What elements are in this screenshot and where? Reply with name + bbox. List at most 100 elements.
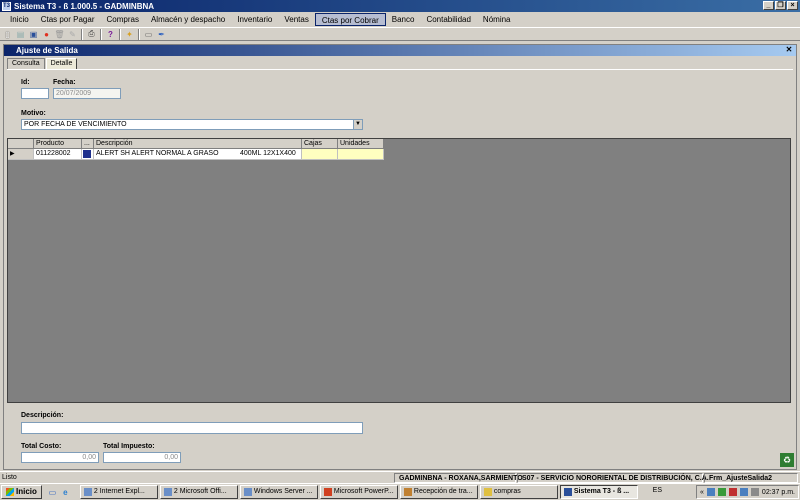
- folder-icon: [483, 488, 492, 496]
- network-icon[interactable]: [739, 488, 748, 496]
- tray-icon[interactable]: [717, 488, 726, 496]
- office-icon: [163, 488, 172, 496]
- app-title-bar: T3 Sistema T3 - ß 1.000.5 - GADMINBNA _ …: [0, 0, 800, 12]
- id-field[interactable]: [21, 88, 49, 99]
- descripcion-field[interactable]: [21, 422, 363, 434]
- child-title: Ajuste de Salida: [16, 46, 78, 55]
- start-button[interactable]: Inicio: [1, 485, 42, 499]
- total-impuesto-label: Total Impuesto:: [103, 443, 155, 450]
- language-indicator[interactable]: ES: [653, 487, 662, 494]
- detail-grid: Producto ... Descripción Cajas Unidades …: [7, 138, 791, 403]
- window-title: Sistema T3 - ß 1.000.5 - GADMINBNA: [14, 1, 155, 11]
- app-icon: [563, 488, 572, 496]
- table-row[interactable]: ▶ 011228002 ALERT SH ALERT NORMAL A GRAS…: [8, 149, 384, 160]
- taskbar: Inicio ▭ e 2 Internet Expl... 2 Microsof…: [0, 483, 800, 500]
- internet-explorer-icon[interactable]: e: [59, 486, 72, 499]
- task-sistema-t3[interactable]: Sistema T3 - ß ...: [559, 485, 638, 499]
- calculator-icon[interactable]: ▭: [143, 29, 154, 40]
- task-windows-server[interactable]: Windows Server ...: [239, 485, 318, 499]
- task-label: 2 Microsoft Offi...: [173, 488, 227, 495]
- task-recepcion[interactable]: Recepción de tra...: [399, 485, 478, 499]
- task-label: compras: [493, 488, 521, 495]
- total-costo-field: 0,00: [21, 452, 99, 463]
- cell-cajas[interactable]: [302, 149, 338, 160]
- save-icon[interactable]: ▣: [28, 29, 39, 40]
- task-powerpoint[interactable]: Microsoft PowerP...: [319, 485, 398, 499]
- task-label: Recepción de tra...: [413, 488, 473, 495]
- toolbar: ▯ ▤ ▣ ● 🗑 ✎ ⎙ ? ✦ ▭ ✒: [0, 27, 800, 41]
- toolbar-separator: [81, 28, 83, 40]
- status-text: Listo: [2, 474, 17, 481]
- descripcion-label: Descripción:: [21, 412, 64, 419]
- clock[interactable]: 02:37 p.m.: [762, 489, 795, 496]
- new-document-icon[interactable]: ▯: [2, 29, 13, 40]
- show-desktop-icon[interactable]: ▭: [46, 486, 59, 499]
- restore-button[interactable]: ❐: [775, 1, 786, 10]
- descripcion-text: ALERT SH ALERT NORMAL A GRASO: [96, 150, 219, 157]
- total-impuesto-field: 0,00: [103, 452, 181, 463]
- menu-ventas[interactable]: Ventas: [278, 13, 314, 26]
- tray-icon[interactable]: [728, 488, 737, 496]
- help-icon[interactable]: ?: [105, 29, 116, 40]
- menu-ctas-por-cobrar[interactable]: Ctas por Cobrar: [314, 13, 386, 26]
- menu-inicio[interactable]: Inicio: [4, 13, 35, 26]
- pen-icon[interactable]: ✒: [156, 29, 167, 40]
- print-icon[interactable]: ⎙: [86, 29, 97, 40]
- cell-color[interactable]: [82, 149, 94, 160]
- motivo-select[interactable]: POR FECHA DE VENCIMIENTO ▼: [21, 119, 363, 130]
- task-internet-explorer[interactable]: 2 Internet Expl...: [79, 485, 158, 499]
- presentacion-text: 400ML 12X1X400: [240, 150, 296, 157]
- menu-compras[interactable]: Compras: [101, 13, 145, 26]
- minimize-button[interactable]: _: [763, 1, 774, 10]
- tab-consulta[interactable]: Consulta: [7, 58, 45, 69]
- delete-icon[interactable]: 🗑: [54, 29, 65, 40]
- ie-icon: [83, 488, 92, 496]
- col-ellipsis[interactable]: ...: [82, 139, 94, 149]
- system-tray: « 02:37 p.m.: [696, 485, 799, 499]
- menu-almacen[interactable]: Almacén y despacho: [145, 13, 231, 26]
- powerpoint-icon: [323, 488, 332, 496]
- col-producto[interactable]: Producto: [34, 139, 82, 149]
- status-form: Frm_AjusteSalida2: [704, 472, 798, 483]
- task-label: 2 Internet Expl...: [93, 488, 145, 495]
- menu-nomina[interactable]: Nómina: [477, 13, 517, 26]
- tab-strip: Consulta Detalle: [7, 58, 78, 69]
- status-user: GADMINBNA - ROXANA,SARMIENTO: [394, 472, 523, 483]
- menu-ctas-por-pagar[interactable]: Ctas por Pagar: [35, 13, 101, 26]
- menu-contabilidad[interactable]: Contabilidad: [420, 13, 476, 26]
- menu-inventario[interactable]: Inventario: [231, 13, 278, 26]
- col-unidades[interactable]: Unidades: [338, 139, 384, 149]
- start-label: Inicio: [16, 487, 37, 496]
- child-title-bar: Ajuste de Salida ✕: [4, 45, 796, 56]
- task-compras[interactable]: compras: [479, 485, 558, 499]
- close-button[interactable]: ×: [787, 1, 798, 10]
- chevron-down-icon[interactable]: ▼: [353, 120, 362, 129]
- task-microsoft-office[interactable]: 2 Microsoft Offi...: [159, 485, 238, 499]
- cell-unidades[interactable]: [338, 149, 384, 160]
- tray-icon[interactable]: [706, 488, 715, 496]
- chevron-left-icon[interactable]: «: [700, 489, 704, 496]
- fecha-label: Fecha:: [53, 79, 76, 86]
- tools-icon[interactable]: ✦: [124, 29, 135, 40]
- row-pointer-icon[interactable]: ▶: [8, 149, 34, 160]
- motivo-label: Motivo:: [21, 110, 46, 117]
- record-icon[interactable]: ●: [41, 29, 52, 40]
- col-cajas[interactable]: Cajas: [302, 139, 338, 149]
- fecha-field[interactable]: 20/07/2009: [53, 88, 121, 99]
- window-controls: _ ❐ ×: [763, 1, 798, 10]
- open-icon[interactable]: ▤: [15, 29, 26, 40]
- document-icon: [403, 488, 412, 496]
- windows-logo-icon: [6, 488, 14, 496]
- cell-descripcion[interactable]: ALERT SH ALERT NORMAL A GRASO 400ML 12X1…: [94, 149, 302, 160]
- volume-icon[interactable]: [750, 488, 759, 496]
- status-company: S07 - SERVICIO NORORIENTAL DE DISTRIBUCI…: [517, 472, 709, 483]
- tab-detalle[interactable]: Detalle: [45, 58, 78, 69]
- edit-icon[interactable]: ✎: [67, 29, 78, 40]
- menu-banco[interactable]: Banco: [386, 13, 421, 26]
- col-descripcion[interactable]: Descripción: [94, 139, 302, 149]
- refresh-icon[interactable]: ♻: [780, 453, 794, 467]
- task-label: Microsoft PowerP...: [333, 488, 394, 495]
- toolbar-separator: [119, 28, 121, 40]
- child-close-icon[interactable]: ✕: [784, 45, 794, 55]
- cell-producto[interactable]: 011228002: [34, 149, 82, 160]
